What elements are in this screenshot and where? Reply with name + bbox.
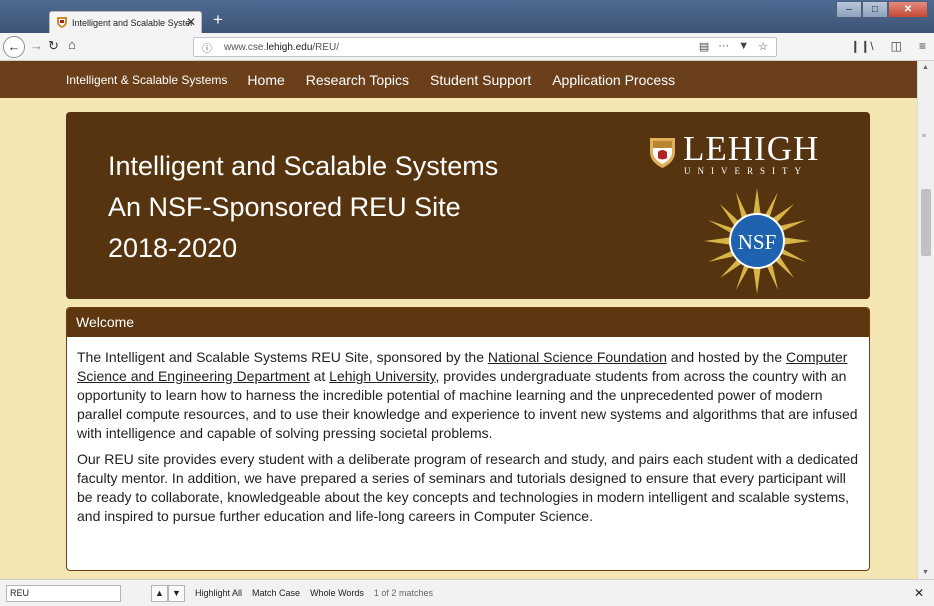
text: and hosted by the: [666, 349, 786, 365]
lehigh-wordmark: LEHIGH: [683, 129, 820, 168]
nav-brand[interactable]: Intelligent & Scalable Systems: [66, 73, 227, 87]
hero-banner: Intelligent and Scalable Systems An NSF-…: [66, 112, 870, 299]
reader-view-icon[interactable]: ▤: [699, 40, 709, 53]
menu-icon[interactable]: ≡: [919, 39, 926, 53]
find-arrows: ▲ ▼: [151, 584, 185, 602]
url-bar[interactable]: ⓘ www.cse. lehigh.edu/REU/ ▤ ··· ▼ ☆: [193, 37, 777, 57]
hero-title-line-2: An NSF-Sponsored REU Site: [108, 192, 461, 222]
nsf-logo-text: NSF: [738, 230, 777, 254]
close-tab-icon[interactable]: ✕: [186, 15, 196, 29]
url-prefix: www.cse.: [224, 41, 267, 53]
lehigh-shield-icon: [57, 17, 67, 28]
url-actions: ▤ ··· ▼ ☆: [699, 40, 768, 53]
find-bar: REU ▲ ▼ Highlight All Match Case Whole W…: [0, 579, 934, 606]
nsf-logo: NSF: [704, 188, 810, 294]
url-path: /REU/: [312, 41, 340, 53]
reload-icon[interactable]: ↻: [48, 38, 59, 54]
find-previous-button[interactable]: ▲: [151, 584, 168, 602]
url-host: lehigh.edu: [266, 41, 313, 53]
lehigh-shield-icon: [650, 138, 675, 168]
lehigh-logo: LEHIGH UNIVERSITY: [650, 129, 820, 176]
text: at: [309, 368, 330, 384]
forward-icon[interactable]: →: [30, 38, 43, 53]
site-info-icon[interactable]: ⓘ: [202, 40, 218, 55]
hero-title-line-1: Intelligent and Scalable Systems: [108, 151, 499, 181]
page-scrollbar[interactable]: ▲ ≡ ▼: [917, 61, 934, 579]
hero-title-line-3: 2018-2020: [108, 233, 238, 263]
tab-title: Intelligent and Scalable System: [72, 17, 192, 28]
browser-tab[interactable]: Intelligent and Scalable System ✕: [49, 11, 202, 33]
close-find-bar-icon[interactable]: ✕: [914, 586, 924, 600]
link-nsf[interactable]: National Science Foundation: [488, 349, 667, 365]
find-next-button[interactable]: ▼: [168, 584, 185, 602]
close-window-button[interactable]: ✕: [888, 1, 928, 18]
find-status: 1 of 2 matches: [373, 588, 433, 598]
home-icon[interactable]: ⌂: [68, 37, 76, 52]
pocket-icon[interactable]: ▼: [738, 40, 749, 53]
welcome-paragraph-1: The Intelligent and Scalable Systems REU…: [77, 348, 859, 443]
new-tab-button[interactable]: +: [208, 11, 228, 31]
window-controls: – □ ✕: [836, 1, 928, 18]
welcome-body: The Intelligent and Scalable Systems REU…: [67, 337, 869, 526]
find-input[interactable]: REU: [6, 584, 121, 602]
browser-toolbar: ← → ↻ ⌂ ⓘ www.cse. lehigh.edu/REU/ ▤ ··· …: [0, 33, 934, 61]
scroll-up-arrow-icon[interactable]: ▲: [922, 64, 929, 71]
welcome-card: Welcome The Intelligent and Scalable Sys…: [66, 307, 870, 571]
welcome-paragraph-2: Our REU site provides every student with…: [77, 451, 859, 524]
nav-link-student-support[interactable]: Student Support: [430, 72, 531, 88]
nav-link-application-process[interactable]: Application Process: [552, 72, 675, 88]
site-navbar: Intelligent & Scalable Systems Home Rese…: [0, 61, 917, 98]
library-icon[interactable]: ❙❙\: [850, 39, 873, 53]
scroll-thumb[interactable]: [921, 189, 931, 256]
sidebar-icon[interactable]: ◫: [891, 39, 902, 53]
bookmark-star-icon[interactable]: ☆: [758, 40, 768, 53]
toolbar-right: ❙❙\ ◫ ≡: [850, 39, 926, 53]
highlight-all-toggle[interactable]: Highlight All: [195, 588, 242, 598]
minimize-button[interactable]: –: [836, 1, 862, 18]
nav-link-research-topics[interactable]: Research Topics: [306, 72, 409, 88]
nav-link-home[interactable]: Home: [247, 72, 284, 88]
welcome-heading: Welcome: [67, 308, 869, 337]
link-lehigh-university[interactable]: Lehigh University: [329, 368, 435, 384]
match-case-toggle[interactable]: Match Case: [252, 588, 300, 598]
scroll-down-arrow-icon[interactable]: ▼: [922, 569, 929, 576]
whole-words-toggle[interactable]: Whole Words: [310, 588, 364, 598]
window-titlebar: Intelligent and Scalable System ✕ + – □ …: [0, 0, 934, 33]
text: The Intelligent and Scalable Systems REU…: [77, 349, 488, 365]
back-icon[interactable]: ←: [3, 36, 25, 58]
lehigh-subtitle: UNIVERSITY: [684, 166, 808, 176]
maximize-button[interactable]: □: [862, 1, 888, 18]
scroll-grip-icon: ≡: [922, 133, 927, 140]
page-actions-icon[interactable]: ···: [718, 40, 729, 53]
page-viewport: Intelligent & Scalable Systems Home Rese…: [0, 61, 917, 579]
